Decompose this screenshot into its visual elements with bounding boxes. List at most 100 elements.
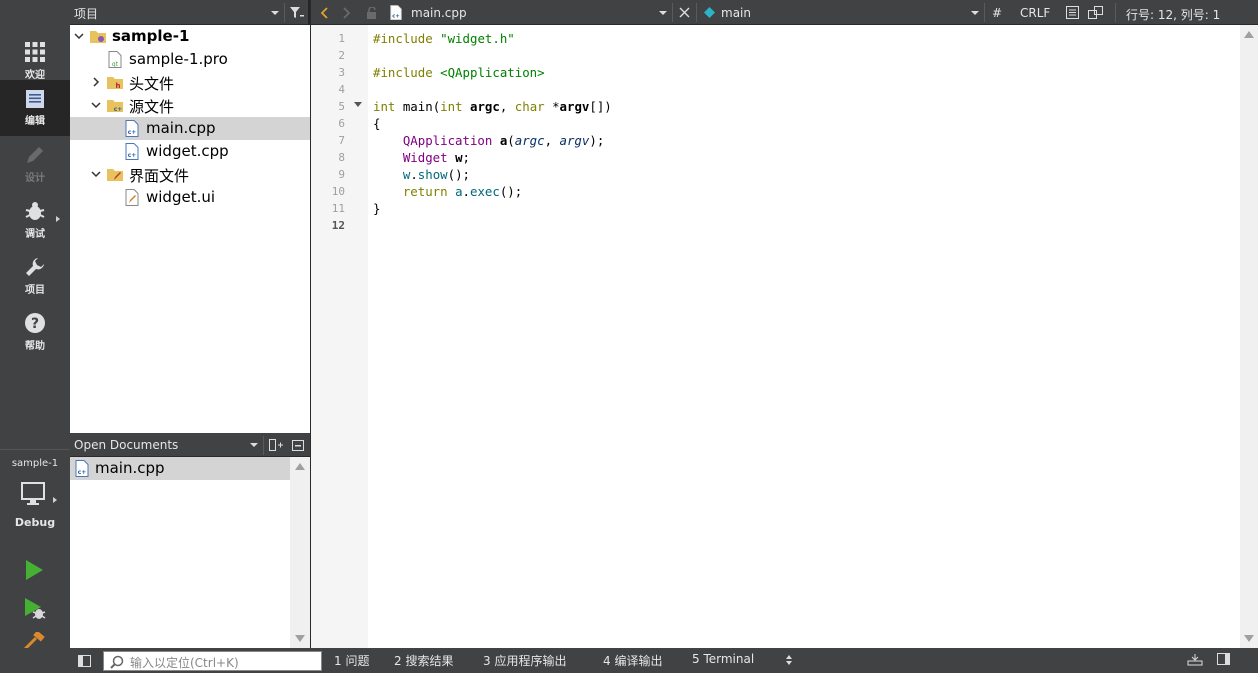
output-pane-search-results[interactable]: 2 搜索结果 — [394, 652, 453, 669]
code-line: Widget w; — [373, 149, 470, 166]
code-token: ; — [462, 150, 470, 165]
output-pane-app-output[interactable]: 3 应用程序输出 — [483, 652, 566, 669]
tree-item-sources[interactable]: c+ 源文件 — [70, 94, 310, 117]
mode-label: 设计 — [25, 173, 45, 184]
separator — [984, 3, 985, 22]
tree-item-label: widget.ui — [146, 188, 216, 206]
code-line: #include <QApplication> — [373, 64, 545, 81]
monitor-icon — [21, 482, 45, 505]
more-panes-button[interactable] — [784, 654, 798, 668]
mode-help[interactable]: ? 帮助 — [0, 304, 70, 360]
open-docs-view-dropdown[interactable] — [246, 433, 262, 457]
locator-input[interactable]: 输入以定位(Ctrl+K) — [103, 651, 322, 671]
code-line: #include "widget.h" — [373, 30, 515, 47]
scroll-down-icon[interactable] — [295, 635, 305, 642]
code-editor[interactable]: 1 2 3 4 5 6 7 8 9 10 11 12 #include "wid… — [311, 25, 1258, 648]
mode-projects[interactable]: 项目 — [0, 248, 70, 304]
run-button[interactable] — [23, 559, 45, 585]
toggle-right-sidebar-button[interactable] — [1217, 653, 1235, 669]
code-token: . — [410, 167, 418, 182]
toggle-sidebar-button[interactable] — [72, 652, 96, 669]
encoding-hash-button[interactable]: # — [992, 6, 1002, 20]
code-token: exec — [470, 184, 500, 199]
split-editor-button[interactable] — [1084, 0, 1107, 25]
mode-debug[interactable]: 调试 — [0, 192, 70, 248]
editor-scrollbar[interactable] — [1240, 25, 1258, 648]
pencil-icon — [27, 147, 43, 163]
document-outline-button[interactable] — [1061, 0, 1084, 25]
code-token: . — [462, 184, 470, 199]
code-token: argc — [462, 99, 500, 114]
cursor-position[interactable]: 行号: 12, 列号: 1 — [1126, 6, 1220, 23]
tree-item-project[interactable]: sample-1 — [70, 25, 310, 48]
tree-item-pro-file[interactable]: qt sample-1.pro — [70, 48, 310, 71]
document-dropdown[interactable] — [655, 0, 671, 25]
locator-placeholder: 输入以定位(Ctrl+K) — [130, 656, 239, 670]
tree-item-label: 头文件 — [129, 75, 175, 93]
open-document-item[interactable]: c+ main.cpp — [70, 457, 290, 480]
close-pane-button[interactable] — [288, 433, 308, 457]
mode-design[interactable]: 设计 — [0, 136, 70, 192]
tree-item-headers[interactable]: h 头文件 — [70, 71, 310, 94]
lock-button[interactable] — [360, 0, 383, 25]
navigate-back-button[interactable] — [312, 0, 335, 25]
code-token: a — [447, 184, 463, 199]
progress-details-button[interactable] — [1187, 653, 1205, 669]
split-button[interactable] — [264, 433, 287, 457]
current-symbol[interactable]: main — [721, 6, 751, 20]
header-folder-icon: h — [107, 77, 123, 90]
tree-item-widget-ui[interactable]: widget.ui — [70, 186, 310, 209]
mode-label: 项目 — [25, 285, 45, 296]
code-line: { — [373, 116, 381, 131]
outline-icon — [1066, 6, 1079, 19]
open-document-label: main.cpp — [95, 459, 165, 477]
projects-pane-title: 项目 — [74, 7, 99, 21]
code-token: char — [514, 99, 545, 114]
wrench-icon — [26, 258, 44, 276]
filter-button[interactable] — [285, 0, 308, 25]
mode-edit[interactable]: 编辑 — [0, 80, 70, 136]
code-token: a — [492, 133, 508, 148]
code-token: int — [440, 99, 463, 114]
output-pane-compile-output[interactable]: 4 编译输出 — [603, 652, 662, 669]
split-editor-icon — [1088, 6, 1103, 19]
code-token: w — [447, 150, 463, 165]
form-folder-icon — [107, 169, 123, 181]
cpp-file-icon: c+ — [390, 5, 402, 20]
svg-text:?: ? — [31, 316, 39, 332]
svg-text:c+: c+ — [128, 129, 137, 136]
close-document-button[interactable] — [673, 0, 696, 25]
view-selector-dropdown[interactable] — [267, 0, 283, 25]
tree-item-widget-cpp[interactable]: c+ widget.cpp — [70, 140, 310, 163]
open-documents-toolbar: Open Documents — [70, 433, 310, 457]
code-token: argc — [514, 133, 545, 148]
code-token: w — [373, 167, 411, 182]
line-number: 3 — [338, 66, 345, 79]
code-line: return a.exec(); — [373, 183, 522, 200]
scroll-up-icon[interactable] — [1244, 31, 1254, 38]
debug-run-button[interactable] — [23, 597, 47, 625]
open-docs-scrollbar[interactable] — [290, 457, 310, 648]
scroll-down-icon[interactable] — [1244, 635, 1254, 642]
tree-item-main-cpp[interactable]: c+ main.cpp — [70, 117, 310, 140]
tree-item-label: sample-1 — [112, 27, 190, 45]
chevron-down-icon — [271, 10, 279, 15]
mode-label: 编辑 — [25, 116, 45, 127]
output-pane-terminal[interactable]: 5 Terminal — [692, 652, 754, 669]
mode-label: 欢迎 — [25, 70, 45, 81]
output-pane-issues[interactable]: 1 问题 — [334, 652, 369, 669]
code-line: w.show(); — [373, 166, 470, 183]
navigate-forward-button[interactable] — [335, 0, 358, 25]
code-line: QApplication a(argc, argv); — [373, 132, 604, 149]
tree-item-forms[interactable]: 界面文件 — [70, 163, 310, 186]
line-ending-button[interactable]: CRLF — [1020, 6, 1050, 20]
fold-marker-icon[interactable] — [354, 102, 362, 107]
kit-selector[interactable] — [20, 481, 48, 513]
scroll-up-icon[interactable] — [295, 463, 305, 470]
edit-document-icon — [26, 90, 44, 108]
chevron-right-icon — [93, 77, 100, 87]
editor-toolbar: c+ main.cpp main # CRLF 行号: 12, 列号: 1 — [311, 0, 1258, 25]
line-number: 9 — [338, 168, 345, 181]
symbol-dropdown[interactable] — [967, 0, 983, 25]
code-token: (); — [447, 167, 471, 182]
